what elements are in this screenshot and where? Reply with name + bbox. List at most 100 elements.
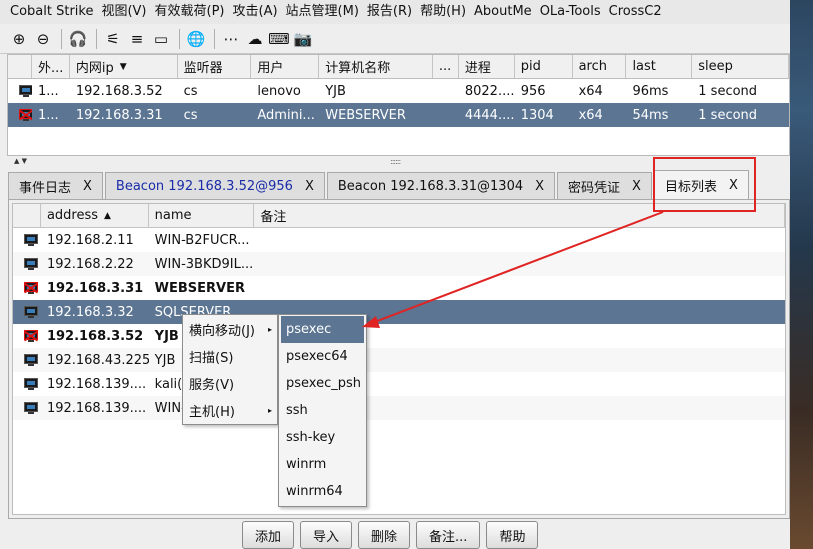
tab-beacon-31[interactable]: Beacon 192.168.3.31@1304 X — [326, 172, 556, 199]
close-icon[interactable]: X — [632, 179, 641, 194]
col-pid[interactable]: pid — [515, 55, 573, 78]
col-icon[interactable] — [13, 204, 41, 227]
submenu-item-winrm[interactable]: winrm — [281, 451, 364, 478]
targets-button-bar: 添加 导入 删除 备注... 帮助 — [242, 521, 539, 549]
menu-ola-tools[interactable]: OLa-Tools — [536, 0, 605, 24]
close-icon[interactable]: X — [305, 179, 314, 194]
col-external[interactable]: 外... — [32, 55, 70, 78]
session-arch: x64 — [578, 107, 603, 123]
session-icon-cell — [8, 79, 32, 103]
cobalt-strike-window: Cobalt Strike 视图(V) 有效载荷(P) 攻击(A) 站点管理(M… — [0, 0, 790, 549]
camera-icon[interactable]: 📷 — [292, 28, 314, 50]
target-row[interactable]: 192.168.2.11 WIN-B2FUCR... — [13, 228, 785, 252]
target-row[interactable]: 192.168.3.31 WEBSERVER — [13, 276, 785, 300]
sort-desc-icon: ▼ — [119, 61, 127, 72]
col-user[interactable]: 用户 — [251, 55, 320, 78]
drag-grip-icon[interactable]: :::::: — [390, 157, 401, 166]
help-button[interactable]: 帮助 — [486, 521, 539, 549]
target-icon-cell — [13, 252, 41, 276]
annotation-highlight-box — [653, 157, 756, 212]
submenu-item-winrm64[interactable]: winrm64 — [281, 478, 364, 505]
menu-item-label: 服务(V) — [189, 378, 235, 393]
menu-crossc2[interactable]: CrossC2 — [605, 0, 666, 24]
session-row[interactable]: 1... 192.168.3.52 cs lenovo YJB 8022....… — [8, 79, 789, 103]
computer-icon — [23, 377, 39, 391]
session-pid: 956 — [520, 83, 546, 99]
toolbar: ⊕ ⊖ 🎧 ⚟ ≡ ▭ 🌐 ⋯ ☁ ⌨ 📷 — [0, 24, 790, 54]
menu-aboutme[interactable]: AboutMe — [470, 0, 536, 24]
session-external: 1... — [37, 83, 59, 99]
close-icon[interactable]: X — [535, 179, 544, 194]
note-button[interactable]: 备注... — [416, 521, 481, 549]
target-row[interactable]: 192.168.3.52 YJB — [13, 324, 785, 348]
globe-icon[interactable]: 🌐 — [185, 28, 207, 50]
menu-item-scan[interactable]: 扫描(S) — [183, 343, 277, 370]
target-row[interactable]: 192.168.139.... WIN- — [13, 396, 785, 420]
col-address[interactable]: address ▲ — [41, 204, 149, 227]
session-computer: YJB — [325, 83, 346, 99]
submenu-item-psexec[interactable]: psexec — [281, 316, 364, 343]
compromised-computer-icon — [23, 329, 39, 343]
target-note — [254, 228, 785, 252]
col-name[interactable]: name — [149, 204, 255, 227]
col-arch[interactable]: arch — [573, 55, 627, 78]
session-process: 8022.... — [464, 83, 515, 99]
targets-table: address ▲ name 备注 192.168.2.11 WIN-B2FUCR… — [12, 203, 786, 515]
dots-icon[interactable]: ⋯ — [220, 28, 242, 50]
target-row-selected[interactable]: 192.168.3.32 SQLSERVER — [13, 300, 785, 324]
col-note[interactable]: ... — [433, 55, 459, 78]
col-icon[interactable] — [8, 55, 32, 78]
menu-attack[interactable]: 攻击(A) — [229, 0, 282, 24]
collapse-arrows-icon[interactable]: ▲ ▼ — [14, 157, 27, 165]
menu-payload[interactable]: 有效载荷(P) — [151, 0, 229, 24]
submenu-item-ssh[interactable]: ssh — [281, 397, 364, 424]
session-row-selected[interactable]: 1... 192.168.3.31 cs Admini... WEBSERVER… — [8, 103, 789, 127]
share-icon[interactable]: ⚟ — [102, 28, 124, 50]
menu-item-host[interactable]: 主机(H) ▸ — [183, 397, 277, 424]
tab-label: Beacon 192.168.3.52@956 — [115, 178, 293, 194]
menu-item-services[interactable]: 服务(V) — [183, 370, 277, 397]
cloud-download-icon[interactable]: ☁ — [244, 28, 266, 50]
col-sleep[interactable]: sleep — [692, 55, 790, 78]
menu-item-lateral-movement[interactable]: 横向移动(J) ▸ — [183, 316, 277, 343]
add-button[interactable]: 添加 — [242, 521, 295, 549]
col-internal-ip[interactable]: 内网ip ▼ — [70, 55, 178, 78]
computer-icon — [23, 353, 39, 367]
menu-cobalt-strike[interactable]: Cobalt Strike — [0, 0, 97, 24]
col-last[interactable]: last — [626, 55, 693, 78]
menu-reporting[interactable]: 报告(R) — [363, 0, 416, 24]
compromised-computer-icon — [18, 108, 32, 122]
col-listener[interactable]: 监听器 — [178, 55, 252, 78]
col-internal-ip-label: 内网ip — [75, 61, 114, 76]
compromised-computer-icon — [23, 281, 39, 295]
menu-view[interactable]: 视图(V) — [97, 0, 150, 24]
keyboard-icon[interactable]: ⌨ — [268, 28, 290, 50]
col-process[interactable]: 进程 — [459, 55, 515, 78]
disconnect-icon[interactable]: ⊖ — [32, 28, 54, 50]
submenu-item-ssh-key[interactable]: ssh-key — [281, 424, 364, 451]
import-button[interactable]: 导入 — [300, 521, 353, 549]
session-arch: x64 — [578, 83, 603, 99]
target-row[interactable]: 192.168.43.225 YJB — [13, 348, 785, 372]
submenu-item-psexec-psh[interactable]: psexec_psh — [281, 370, 364, 397]
session-note — [433, 103, 459, 127]
menu-site-management[interactable]: 站点管理(M) — [282, 0, 363, 24]
tab-credentials[interactable]: 密码凭证 X — [557, 172, 652, 199]
col-computer[interactable]: 计算机名称 — [319, 55, 433, 78]
connect-icon[interactable]: ⊕ — [8, 28, 30, 50]
list-icon[interactable]: ≡ — [126, 28, 148, 50]
target-address: 192.168.2.22 — [46, 256, 134, 272]
delete-button[interactable]: 删除 — [358, 521, 411, 549]
target-row[interactable]: 192.168.2.22 WIN-3BKD9IL... — [13, 252, 785, 276]
menu-bar: Cobalt Strike 视图(V) 有效载荷(P) 攻击(A) 站点管理(M… — [0, 0, 790, 24]
submenu-item-psexec64[interactable]: psexec64 — [281, 343, 364, 370]
tab-event-log[interactable]: 事件日志 X — [8, 172, 103, 199]
monitor-icon[interactable]: ▭ — [150, 28, 172, 50]
menu-item-label: 扫描(S) — [189, 351, 234, 366]
target-row[interactable]: 192.168.139.... kali(4 — [13, 372, 785, 396]
tab-beacon-52[interactable]: Beacon 192.168.3.52@956 X — [104, 172, 325, 199]
menu-help[interactable]: 帮助(H) — [416, 0, 470, 24]
headphones-icon[interactable]: 🎧 — [67, 28, 89, 50]
session-note — [433, 79, 459, 103]
close-icon[interactable]: X — [83, 179, 92, 194]
